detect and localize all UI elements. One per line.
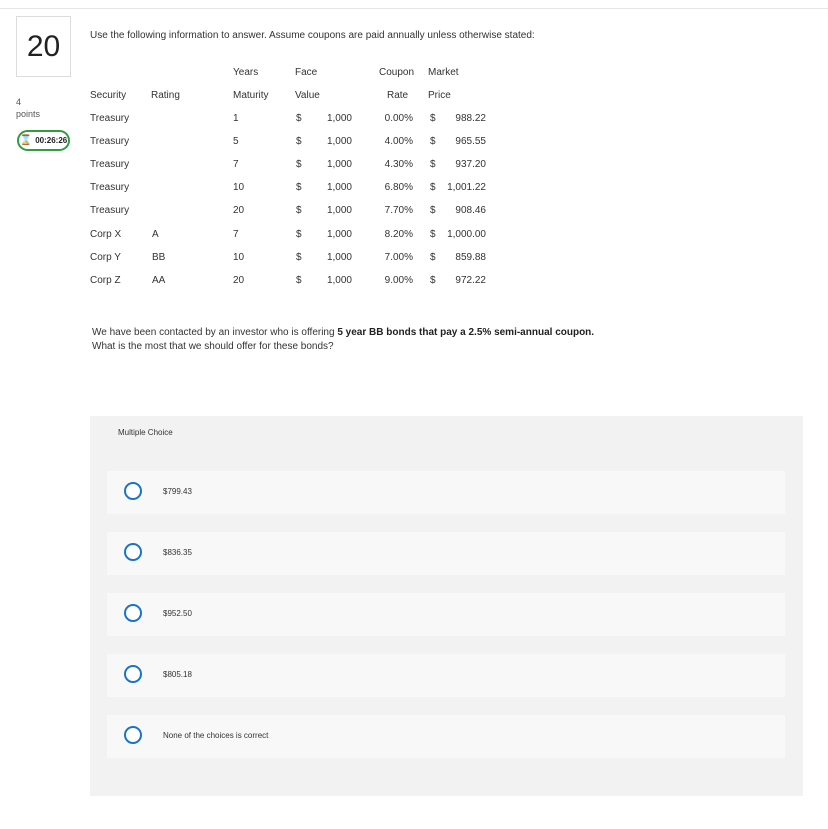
cell-coupon-rate: 7.00% [384, 251, 413, 263]
cell-face-currency: $ [296, 159, 302, 171]
cell-market-price: 937.20 [455, 159, 486, 171]
header-security: Security [90, 90, 127, 101]
choice-option-5[interactable]: None of the choices is correct [107, 715, 785, 758]
prompt-bold: 5 year BB bonds that pay a 2.5% semi-ann… [337, 327, 595, 338]
header-face: Face [295, 67, 318, 78]
radio-button[interactable] [124, 726, 142, 744]
cell-market-price: 1,000.00 [447, 228, 486, 240]
cell-years: 10 [233, 182, 245, 194]
radio-button[interactable] [124, 604, 142, 622]
choice-label: $952.50 [163, 609, 192, 618]
cell-face-currency: $ [296, 136, 302, 148]
cell-price-currency: $ [430, 136, 436, 148]
cell-market-price: 1,001.22 [447, 182, 486, 194]
instruction-text: Use the following information to answer.… [90, 30, 535, 41]
cell-security: Corp X [90, 228, 122, 240]
header-market: Market [428, 67, 459, 78]
cell-security: Treasury [90, 205, 130, 217]
cell-security: Corp Z [90, 274, 121, 286]
cell-face-value: 1,000 [326, 205, 352, 217]
top-divider [0, 8, 828, 9]
cell-coupon-rate: 9.00% [384, 274, 413, 286]
cell-coupon-rate: 6.80% [384, 182, 413, 194]
radio-button[interactable] [124, 543, 142, 561]
header-rate: Rate [387, 90, 409, 101]
cell-security: Treasury [90, 136, 130, 148]
multiple-choice-header: Multiple Choice [118, 428, 173, 437]
cell-years: 7 [233, 159, 239, 171]
choice-option-2[interactable]: $836.35 [107, 532, 785, 575]
cell-face-currency: $ [296, 228, 302, 240]
cell-price-currency: $ [430, 159, 436, 171]
cell-market-price: 908.46 [455, 205, 486, 217]
cell-face-value: 1,000 [326, 113, 352, 124]
cell-price-currency: $ [430, 182, 436, 194]
question-prompt: We have been contacted by an investor wh… [92, 326, 652, 354]
cell-face-currency: $ [296, 182, 302, 194]
timer-value: 00:26:26 [35, 136, 68, 145]
cell-face-currency: $ [296, 113, 302, 124]
cell-price-currency: $ [430, 251, 436, 263]
cell-coupon-rate: 4.30% [384, 159, 413, 171]
cell-years: 20 [233, 274, 245, 286]
choice-label: None of the choices is correct [163, 731, 269, 740]
header-maturity: Maturity [233, 90, 269, 101]
cell-coupon-rate: 8.20% [384, 228, 413, 240]
radio-button[interactable] [124, 482, 142, 500]
header-value: Value [295, 90, 320, 101]
radio-button[interactable] [124, 665, 142, 683]
cell-price-currency: $ [430, 228, 436, 240]
choice-option-3[interactable]: $952.50 [107, 593, 785, 636]
header-rating: Rating [151, 90, 180, 101]
cell-coupon-rate: 7.70% [384, 205, 413, 217]
cell-face-currency: $ [296, 274, 302, 286]
cell-coupon-rate: 0.00% [384, 113, 413, 124]
points-label: points [16, 109, 41, 119]
points-value: 4 [16, 97, 22, 107]
cell-security: Treasury [90, 182, 130, 194]
cell-rating: AA [152, 274, 166, 286]
cell-rating: A [152, 228, 159, 240]
cell-rating: BB [152, 251, 166, 263]
cell-face-value: 1,000 [326, 251, 352, 263]
cell-market-price: 972.22 [455, 274, 486, 286]
cell-market-price: 965.55 [455, 136, 486, 148]
cell-years: 1 [233, 113, 239, 124]
question-number: 20 [16, 16, 71, 77]
cell-security: Treasury [90, 113, 130, 124]
cell-security: Treasury [90, 159, 130, 171]
cell-face-value: 1,000 [326, 159, 352, 171]
cell-security: Corp Y [90, 251, 121, 263]
cell-face-value: 1,000 [326, 228, 352, 240]
prompt-question: What is the most that we should offer fo… [92, 341, 334, 352]
choice-label: $799.43 [163, 487, 192, 496]
cell-years: 5 [233, 136, 239, 148]
header-years: Years [233, 67, 259, 78]
cell-face-currency: $ [296, 251, 302, 263]
cell-market-price: 988.22 [455, 113, 486, 124]
header-price: Price [428, 90, 451, 101]
cell-years: 10 [233, 251, 245, 263]
header-coupon: Coupon [379, 67, 415, 78]
choice-option-1[interactable]: $799.43 [107, 471, 785, 514]
cell-price-currency: $ [430, 113, 436, 124]
cell-face-value: 1,000 [326, 136, 352, 148]
timer-badge[interactable]: ⌛ 00:26:26 [17, 130, 70, 151]
choice-label: $836.35 [163, 548, 192, 557]
choice-label: $805.18 [163, 670, 192, 679]
cell-face-value: 1,000 [326, 274, 352, 286]
cell-years: 20 [233, 205, 245, 217]
cell-face-value: 1,000 [326, 182, 352, 194]
cell-price-currency: $ [430, 274, 436, 286]
prompt-intro: We have been contacted by an investor wh… [92, 327, 338, 338]
hourglass-icon: ⌛ [19, 135, 33, 146]
cell-years: 7 [233, 228, 239, 240]
choice-option-4[interactable]: $805.18 [107, 654, 785, 697]
cell-price-currency: $ [430, 205, 436, 217]
cell-face-currency: $ [296, 205, 302, 217]
cell-market-price: 859.88 [455, 251, 486, 263]
cell-coupon-rate: 4.00% [384, 136, 413, 148]
